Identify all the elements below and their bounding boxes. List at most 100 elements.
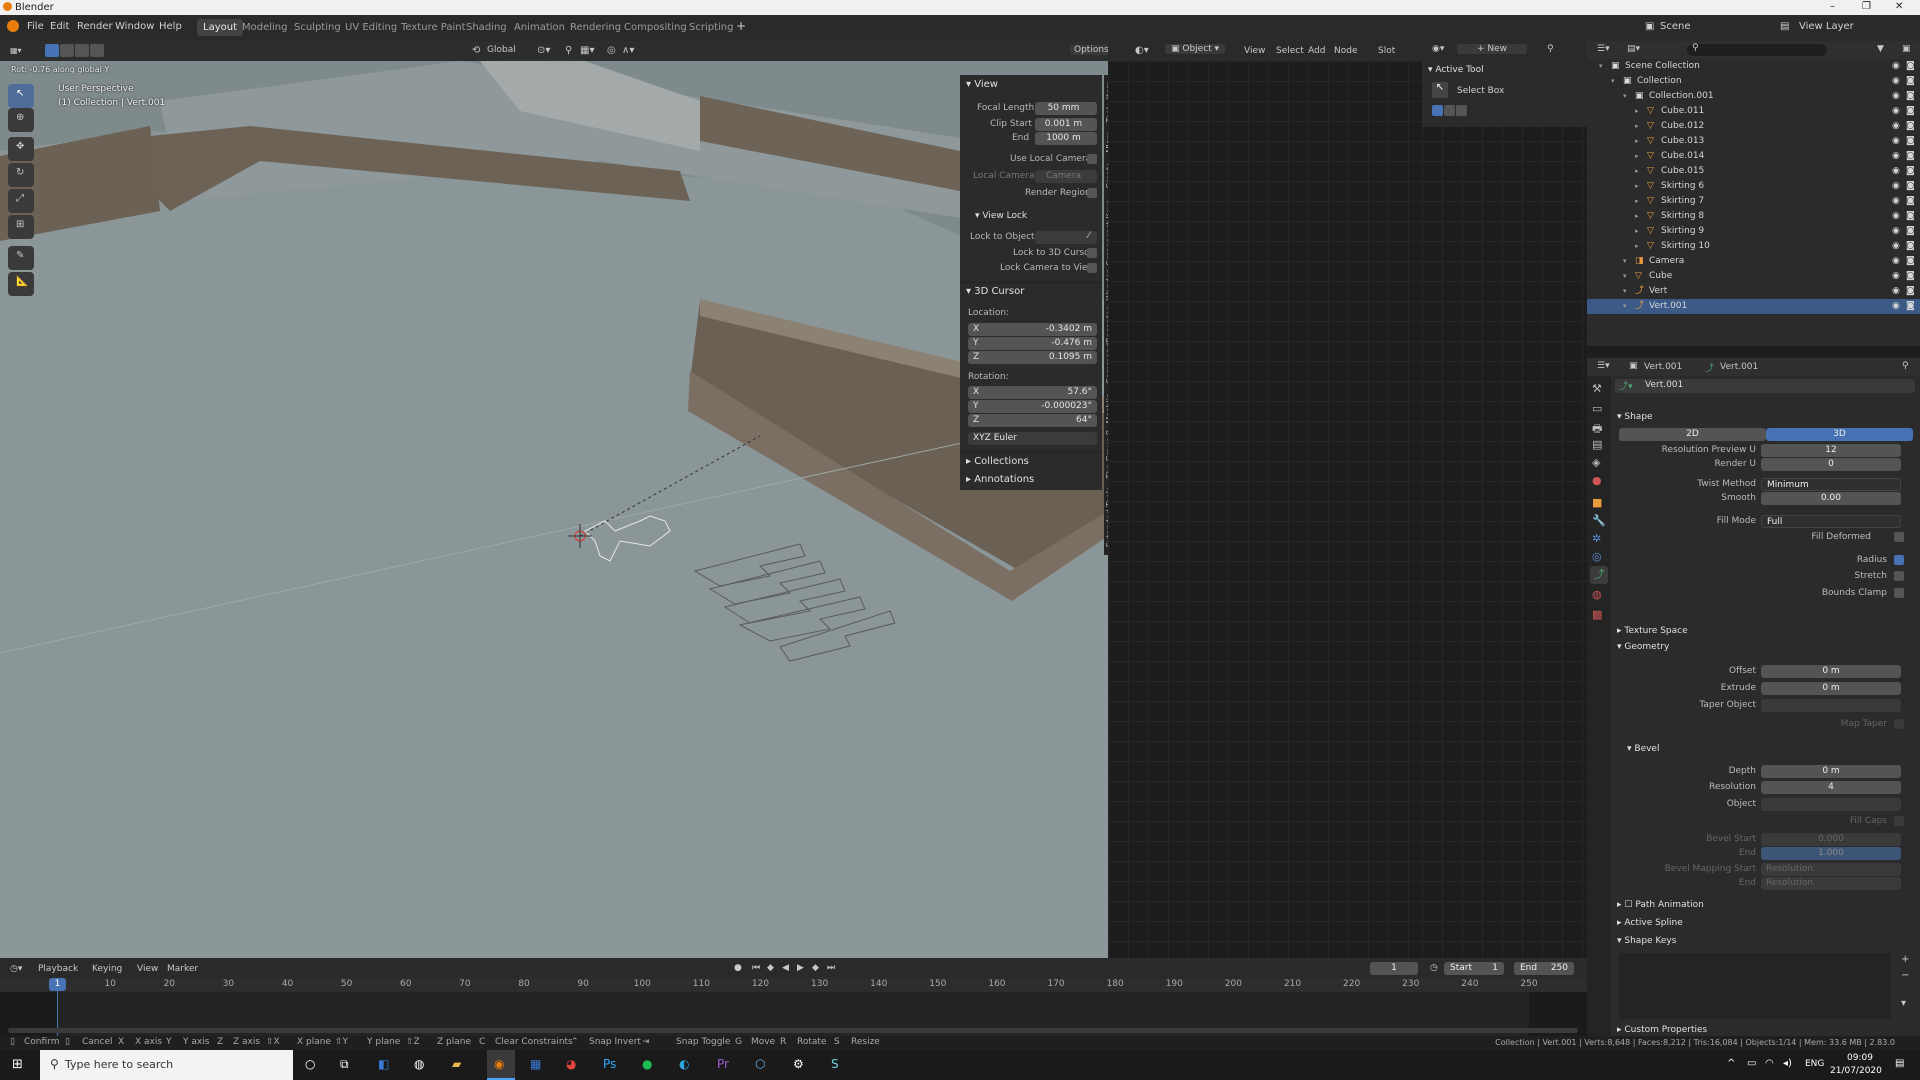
play-icon[interactable]: ▶ (797, 963, 804, 973)
prev-keyframe-icon[interactable]: ◆ (767, 963, 774, 973)
jump-start-icon[interactable]: ⏮ (752, 963, 760, 973)
select-mode-extend-icon[interactable] (60, 44, 74, 57)
move-tool[interactable]: ✥ (8, 137, 34, 161)
disclosure-triangle-icon[interactable]: ▸ (1635, 134, 1639, 149)
cortana-icon[interactable]: ○ (305, 1057, 315, 1071)
pin-icon[interactable]: ⚲ (1547, 44, 1554, 54)
outliner-row[interactable]: ▸ ▽ Skirting 10 ◉ ◙ (1587, 239, 1920, 254)
texture-icon[interactable]: ▩ (1592, 608, 1602, 621)
task-view-icon[interactable]: ⧉ (340, 1057, 349, 1072)
outliner-row[interactable]: ▾ ▣ Collection ◉ ◙ (1587, 74, 1920, 89)
menu-edit[interactable]: Edit (50, 21, 69, 32)
render-camera-icon[interactable]: ◙ (1906, 149, 1915, 164)
render-camera-icon[interactable]: ◙ (1906, 74, 1915, 89)
select-mode-invert-icon[interactable] (90, 44, 104, 57)
render-camera-icon[interactable]: ◙ (1906, 299, 1915, 314)
orientation-dropdown[interactable]: Global (487, 45, 516, 55)
fill-deformed-checkbox[interactable] (1894, 532, 1904, 542)
bevel-resolution-field[interactable]: 4 (1761, 781, 1901, 794)
start-frame-field[interactable]: Start 1 (1444, 962, 1504, 975)
outliner-row[interactable]: ▸ ▽ Skirting 9 ◉ ◙ (1587, 224, 1920, 239)
node-menu-view[interactable]: View (1244, 46, 1265, 56)
timeline-menu-view[interactable]: View (137, 964, 158, 974)
dimension-3d-button[interactable]: 3D (1766, 428, 1913, 441)
view-section-header[interactable]: ▾ View (966, 79, 998, 90)
tool-settings-icon[interactable]: ⚒ (1592, 382, 1602, 395)
render-camera-icon[interactable]: ◙ (1906, 224, 1915, 239)
object-properties-icon[interactable]: ■ (1592, 496, 1602, 509)
select-mode-new-icon[interactable] (45, 44, 59, 57)
disclosure-triangle-icon[interactable]: ▾ (1623, 89, 1627, 104)
tab-modeling[interactable]: Modeling (236, 19, 294, 36)
outliner-row[interactable]: ▾ ▣ Collection.001 ◉ ◙ (1587, 89, 1920, 104)
world-icon[interactable]: ◉▾ (1432, 44, 1444, 54)
orientation-icon[interactable]: ⟲ (472, 45, 480, 56)
render-camera-icon[interactable]: ◙ (1906, 269, 1915, 284)
edge-icon[interactable]: ◐ (679, 1057, 689, 1071)
battery-icon[interactable]: ▭ (1747, 1058, 1756, 1069)
app-icon-3[interactable]: ⬡ (755, 1057, 765, 1071)
physics-icon[interactable]: ◎ (1592, 550, 1602, 563)
bounds-clamp-checkbox[interactable] (1894, 588, 1904, 598)
focal-length-field[interactable]: 50 mm (1035, 102, 1097, 115)
scene-icon[interactable]: ◈ (1592, 456, 1600, 469)
render-camera-icon[interactable]: ◙ (1906, 119, 1915, 134)
node-editor-right[interactable]: ◉▾ + New ⚲ ▾ Active Tool ↖ Select Box (1422, 41, 1587, 958)
particles-icon[interactable]: ✲ (1592, 532, 1601, 545)
outliner-row[interactable]: ▾ ▽ Cube ◉ ◙ (1587, 269, 1920, 284)
outliner-row[interactable]: ▾ ◨ Camera ◉ ◙ (1587, 254, 1920, 269)
visibility-eye-icon[interactable]: ◉ (1892, 239, 1900, 254)
frame-ruler[interactable]: 10 20 30 40 50 60 70 80 90 100 110 120 130 140 150 160 1… (0, 978, 1587, 992)
render-camera-icon[interactable]: ◙ (1906, 179, 1915, 194)
scene-name[interactable]: Scene (1660, 21, 1691, 32)
custom-properties-header[interactable]: ▸ Custom Properties (1617, 1025, 1707, 1035)
outliner-row[interactable]: ▾ ▣ Scene Collection ◉ ◙ (1587, 59, 1920, 74)
view-lock-header[interactable]: ▾ View Lock (975, 211, 1027, 221)
view-layer-icon[interactable]: ▤ (1780, 21, 1789, 32)
annotate-tool[interactable]: ✎ (8, 246, 34, 270)
jump-end-icon[interactable]: ⏭ (827, 963, 835, 973)
disclosure-triangle-icon[interactable]: ▸ (1635, 119, 1639, 134)
menu-help[interactable]: Help (159, 21, 182, 32)
record-icon[interactable]: ● (734, 963, 742, 973)
visibility-eye-icon[interactable]: ◉ (1892, 224, 1900, 239)
cursor-rot-y-field[interactable]: Y -0.000023° (968, 400, 1097, 413)
transform-tool[interactable]: ⊞ (8, 215, 34, 239)
timeline-menu-keying[interactable]: Keying (92, 964, 122, 974)
tab-shading[interactable]: Shading (460, 19, 513, 36)
shape-keys-list[interactable] (1619, 953, 1891, 1019)
scale-tool[interactable]: ⤢ (8, 189, 34, 213)
world-icon[interactable]: ● (1592, 474, 1602, 487)
fill-caps-checkbox[interactable] (1894, 816, 1904, 826)
new-material-button[interactable]: + New (1457, 44, 1528, 54)
extrude-field[interactable]: 0 m (1761, 682, 1901, 695)
output-icon[interactable]: 🖶 (1592, 420, 1602, 439)
preview-range-icon[interactable]: ◷ (1430, 963, 1438, 973)
app-icon-4[interactable]: ⚙ (793, 1057, 804, 1071)
bevel-start-field[interactable]: 0.000 (1761, 833, 1901, 846)
timeline-menu-marker[interactable]: Marker (167, 964, 198, 974)
disclosure-triangle-icon[interactable]: ▾ (1623, 284, 1627, 299)
annotations-section-header[interactable]: ▸ Annotations (966, 474, 1034, 485)
select-mode-extend-icon[interactable] (1444, 105, 1455, 116)
visibility-eye-icon[interactable]: ◉ (1892, 254, 1900, 269)
render-u-field[interactable]: 0 (1761, 458, 1901, 471)
disclosure-triangle-icon[interactable]: ▾ (1623, 269, 1627, 284)
add-workspace-icon[interactable]: + (736, 19, 746, 33)
cursor-loc-x-field[interactable]: X -0.3402 m (968, 323, 1097, 336)
visibility-eye-icon[interactable]: ◉ (1892, 299, 1900, 314)
app-icon-5[interactable]: S (831, 1057, 839, 1071)
notifications-icon[interactable]: ▤ (1895, 1058, 1904, 1069)
use-local-camera-checkbox[interactable] (1087, 154, 1097, 164)
clock-date[interactable]: 21/07/2020 (1830, 1066, 1882, 1076)
tab-animation[interactable]: Animation (508, 19, 571, 36)
lock-camera-checkbox[interactable] (1087, 263, 1097, 273)
map-taper-checkbox[interactable] (1894, 719, 1904, 729)
new-collection-icon[interactable]: ▣ (1902, 44, 1911, 54)
visibility-eye-icon[interactable]: ◉ (1892, 149, 1900, 164)
fill-mode-dropdown[interactable]: Full (1761, 515, 1901, 528)
cursor-tool[interactable]: ⊕ (8, 108, 34, 132)
close-icon[interactable]: ✕ (1895, 1, 1903, 12)
chrome-icon[interactable]: ◕ (566, 1057, 576, 1071)
file-explorer-icon[interactable]: ▰ (452, 1057, 461, 1071)
